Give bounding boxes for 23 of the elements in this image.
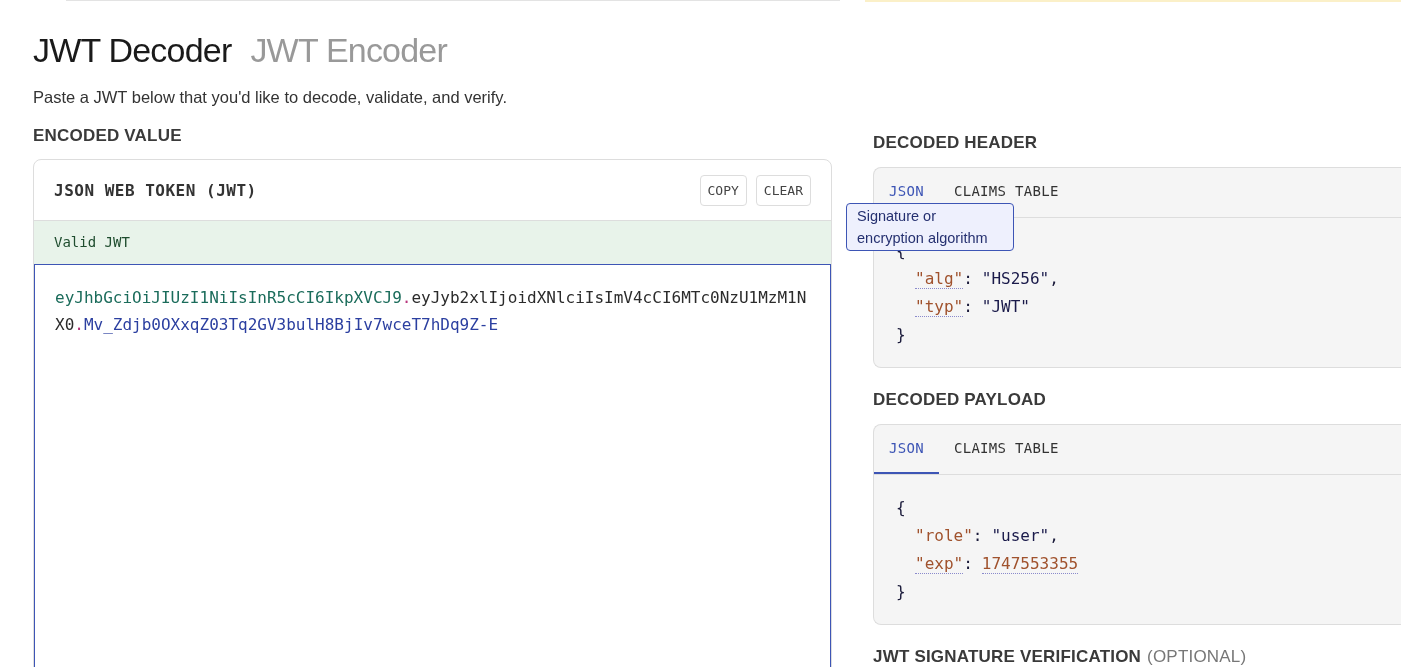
section-heading: ENCODED VALUE xyxy=(33,125,183,147)
optional-label: (OPTIONAL) xyxy=(1147,646,1247,667)
brace-text: } xyxy=(896,581,906,603)
section-heading: JWT SIGNATURE VERIFICATION xyxy=(873,646,1142,667)
section-heading: DECODED HEADER xyxy=(873,132,1039,154)
code-line: "role": "user", xyxy=(915,525,1059,547)
code-line: "alg": "HS256", xyxy=(915,268,1059,291)
section-heading: DECODED PAYLOAD xyxy=(873,389,1048,411)
action-button[interactable]: COPY xyxy=(699,174,747,206)
card-title: JSON WEB TOKEN (JWT) xyxy=(54,180,257,200)
tooltip: Signature or encryption algorithm xyxy=(846,203,1014,251)
code-line: "typ": "JWT" xyxy=(915,296,1030,319)
view-tab[interactable]: JSON xyxy=(874,425,939,474)
token-text: eyJhbGciOiJIUzI1NiIsInR5cCI6IkpXVCJ9.eyJyb2xlIjoidXNlciIsImV4cCI6MTc0NzU1MzM1NX0.Mv_Zdjb0OXxqZ03Tq2GV3bulH8BjIv7wceT7hDq9Z-E xyxy=(55,287,808,336)
description-text: Paste a JWT below that you'd like to decode, validate, and verify. xyxy=(33,87,508,108)
status-banner: Valid JWT xyxy=(34,220,831,264)
brace-text: { xyxy=(896,497,906,519)
view-tab[interactable]: CLAIMS TABLE xyxy=(938,425,1074,474)
brace-text: } xyxy=(896,324,906,346)
page-tab[interactable]: JWT Decoder xyxy=(33,28,232,72)
action-button[interactable]: CLEAR xyxy=(755,174,811,206)
code-line: "exp": 1747553355 xyxy=(915,553,1079,576)
token-input[interactable]: eyJhbGciOiJIUzI1NiIsInR5cCI6IkpXVCJ9.eyJyb2xlIjoidXNlciIsImV4cCI6MTc0NzU1MzM1NX0.Mv_Zdjb0OXxqZ03Tq2GV3bulH8BjIv7wceT7hDq9Z-E xyxy=(34,264,831,667)
